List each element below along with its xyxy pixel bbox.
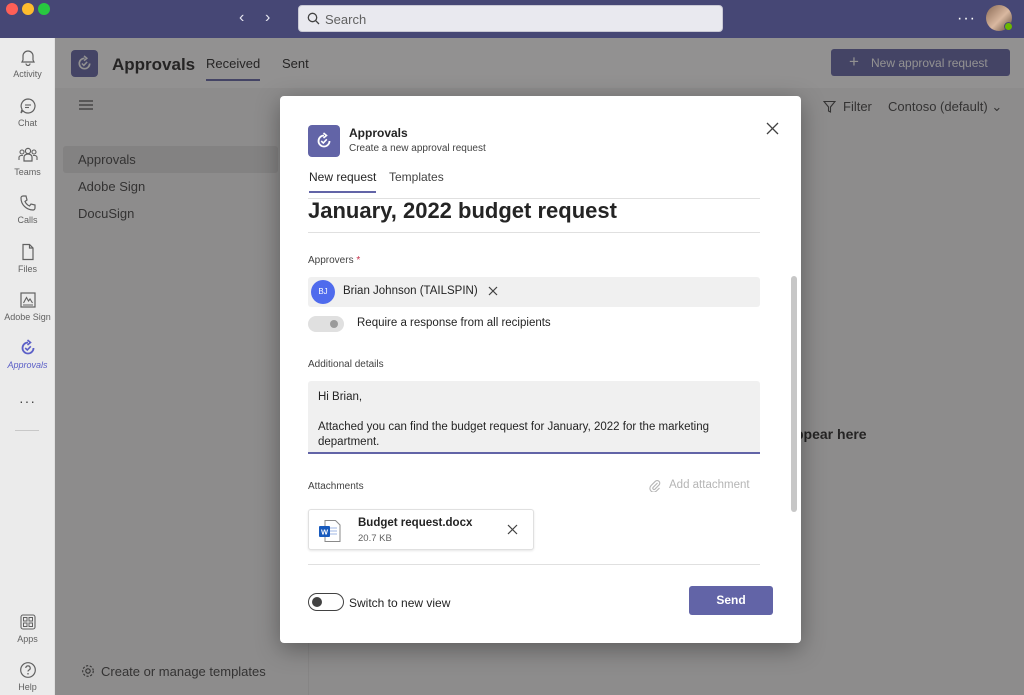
back-arrow-icon[interactable]: ‹	[239, 9, 244, 27]
search-placeholder: Search	[325, 12, 367, 27]
rail-item-activity[interactable]: Activity	[0, 48, 55, 79]
approvals-icon	[21, 339, 34, 355]
required-marker: *	[356, 255, 361, 266]
switch-view-label: Switch to new view	[349, 596, 451, 610]
rail-item-teams[interactable]: Teams	[0, 146, 55, 177]
forward-arrow-icon[interactable]: ›	[265, 9, 270, 27]
add-attachment-label: Add attachment	[669, 479, 750, 491]
chat-icon	[19, 98, 36, 114]
remove-attachment-icon[interactable]	[507, 524, 518, 535]
more-options-icon[interactable]: ···	[957, 10, 976, 28]
rail-item-adobe-sign[interactable]: Adobe Sign	[0, 291, 55, 322]
tab-templates[interactable]: Templates	[389, 170, 444, 184]
tab-new-request[interactable]: New request	[309, 170, 377, 193]
rail-label: Adobe Sign	[4, 312, 51, 322]
rail-item-files[interactable]: Files	[0, 243, 55, 274]
help-icon	[19, 662, 36, 678]
switch-view-toggle[interactable]	[308, 593, 344, 611]
avatar: BJ	[311, 280, 335, 304]
phone-icon	[19, 195, 36, 211]
rail-label: Chat	[17, 118, 37, 128]
approver-name: Brian Johnson (TAILSPIN)	[343, 285, 478, 297]
rail-label: Approvals	[7, 360, 48, 370]
attachment-card[interactable]: W Budget request.docx 20.7 KB	[308, 509, 534, 550]
rail-label: Calls	[17, 215, 38, 225]
paperclip-icon	[649, 480, 661, 492]
rail-label: Teams	[14, 167, 41, 177]
remove-approver-icon[interactable]	[488, 286, 498, 296]
divider	[308, 232, 760, 233]
bell-icon	[20, 50, 35, 66]
rail-label: Help	[18, 682, 37, 692]
rail-label: Apps	[17, 634, 38, 644]
file-icon	[21, 243, 34, 261]
rail-more-apps-icon[interactable]: ···	[0, 393, 55, 409]
rail-item-calls[interactable]: Calls	[0, 194, 55, 225]
close-icon[interactable]	[766, 122, 779, 135]
additional-details-textarea[interactable]: Hi Brian, Attached you can find the budg…	[308, 381, 760, 454]
adobe-sign-icon	[19, 292, 36, 308]
details-greeting: Hi Brian,	[318, 391, 363, 403]
svg-text:W: W	[321, 528, 329, 537]
minimize-window-button[interactable]	[22, 3, 34, 15]
rail-item-chat[interactable]: Chat	[0, 97, 55, 128]
approvers-picker[interactable]: BJ Brian Johnson (TAILSPIN)	[308, 277, 760, 307]
rail-item-approvals[interactable]: Approvals	[0, 339, 55, 370]
new-approval-dialog: Approvals Create a new approval request …	[280, 96, 801, 643]
apps-grid-icon	[19, 614, 36, 630]
details-label: Additional details	[308, 359, 384, 370]
approvers-label: Approvers *	[308, 255, 361, 266]
dialog-subtitle: Create a new approval request	[349, 143, 486, 154]
attachments-label: Attachments	[308, 481, 364, 492]
app-rail: Activity Chat Teams Calls Files Adobe Si…	[0, 38, 55, 695]
require-all-toggle[interactable]	[308, 316, 344, 332]
rail-item-help[interactable]: Help	[0, 661, 55, 692]
presence-status-icon	[1004, 22, 1013, 31]
attachment-file-size: 20.7 KB	[358, 533, 392, 544]
teams-icon	[17, 147, 38, 162]
dialog-title: Approvals	[349, 126, 408, 140]
approvals-dialog-icon	[308, 125, 340, 157]
attachment-file-name: Budget request.docx	[358, 517, 473, 529]
title-bar: ‹ › Search ···	[0, 0, 1024, 38]
rail-label: Activity	[13, 69, 42, 79]
send-button[interactable]: Send	[689, 586, 773, 615]
divider	[308, 564, 760, 565]
rail-item-apps[interactable]: Apps	[0, 613, 55, 644]
details-body: Attached you can find the budget request…	[318, 421, 710, 448]
word-document-icon: W	[319, 520, 341, 542]
dialog-scroll-area: January, 2022 budget request Approvers *…	[280, 196, 801, 566]
maximize-window-button[interactable]	[38, 3, 50, 15]
rail-divider	[15, 430, 39, 431]
close-window-button[interactable]	[6, 3, 18, 15]
scrollbar-thumb[interactable]	[791, 276, 797, 512]
request-title-input[interactable]: January, 2022 budget request	[308, 198, 617, 224]
search-icon	[307, 12, 320, 25]
require-all-label: Require a response from all recipients	[357, 317, 551, 329]
rail-label: Files	[17, 264, 37, 274]
search-input[interactable]: Search	[298, 5, 723, 32]
